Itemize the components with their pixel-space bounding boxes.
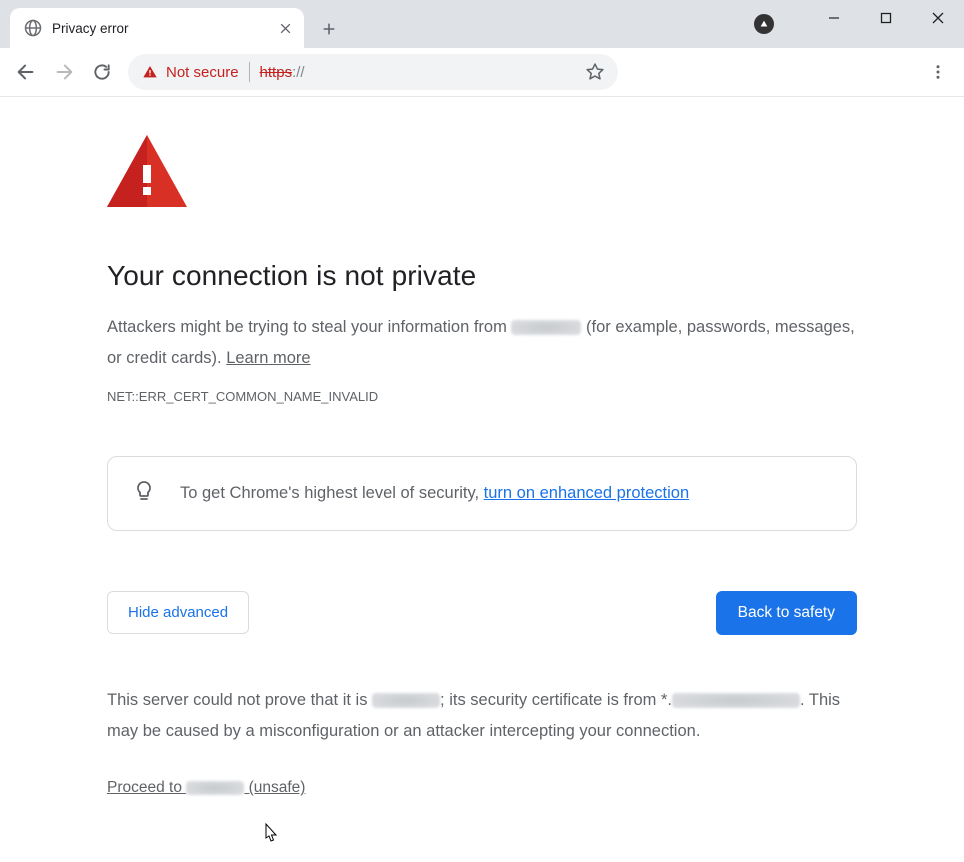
redacted-hostname [372, 693, 440, 708]
redacted-hostname [511, 320, 581, 335]
extension-badge-icon[interactable] [754, 14, 774, 34]
omnibox[interactable]: Not secure https:// [128, 54, 618, 90]
tab-title: Privacy error [52, 21, 276, 36]
close-window-button[interactable] [912, 0, 964, 36]
url-separator: :// [292, 64, 305, 81]
page-title: Your connection is not private [107, 260, 857, 292]
back-button[interactable] [8, 54, 44, 90]
learn-more-link[interactable]: Learn more [226, 349, 310, 367]
adv-part1: This server could not prove that it is [107, 691, 372, 709]
omnibox-divider [249, 62, 250, 82]
forward-button [46, 54, 82, 90]
warning-triangle-icon [142, 64, 158, 80]
menu-button[interactable] [920, 54, 956, 90]
promo-text: To get Chrome's highest level of securit… [180, 484, 689, 503]
reload-button[interactable] [84, 54, 120, 90]
error-code: NET::ERR_CERT_COMMON_NAME_INVALID [107, 389, 857, 404]
lightbulb-icon [132, 479, 156, 508]
browser-toolbar: Not secure https:// [0, 48, 964, 97]
page-viewport: Your connection is not private Attackers… [0, 97, 964, 862]
globe-icon [24, 19, 42, 37]
redacted-cert-domain [672, 693, 800, 708]
new-tab-button[interactable] [314, 14, 344, 44]
close-tab-button[interactable] [276, 19, 294, 37]
extension-region [754, 0, 774, 48]
redacted-hostname [186, 781, 244, 795]
back-to-safety-button[interactable]: Back to safety [716, 591, 857, 635]
bookmark-star-button[interactable] [584, 61, 606, 83]
browser-tab[interactable]: Privacy error [10, 8, 304, 48]
proceed-prefix: Proceed to [107, 779, 186, 796]
enhanced-protection-promo: To get Chrome's highest level of securit… [107, 456, 857, 531]
hide-advanced-button[interactable]: Hide advanced [107, 591, 249, 634]
minimize-button[interactable] [808, 0, 860, 36]
site-security-badge[interactable]: Not secure [142, 64, 239, 81]
warning-large-icon [107, 135, 857, 212]
adv-part2: ; its security certificate is from *. [440, 691, 672, 709]
primary-paragraph: Attackers might be trying to steal your … [107, 312, 857, 375]
body-prefix: Attackers might be trying to steal your … [107, 318, 511, 336]
window-titlebar: Privacy error [0, 0, 964, 48]
url-scheme: https [260, 64, 293, 81]
proceed-unsafe-link[interactable]: Proceed to (unsafe) [107, 779, 305, 797]
advanced-paragraph: This server could not prove that it is ;… [107, 685, 857, 748]
tab-strip: Privacy error [0, 0, 344, 48]
button-row: Hide advanced Back to safety [107, 591, 857, 635]
maximize-button[interactable] [860, 0, 912, 36]
enhanced-protection-link[interactable]: turn on enhanced protection [484, 484, 690, 502]
security-interstitial: Your connection is not private Attackers… [107, 97, 857, 837]
proceed-suffix: (unsafe) [244, 779, 305, 796]
security-label: Not secure [166, 64, 239, 81]
window-controls [808, 0, 964, 36]
promo-prefix: To get Chrome's highest level of securit… [180, 484, 484, 502]
